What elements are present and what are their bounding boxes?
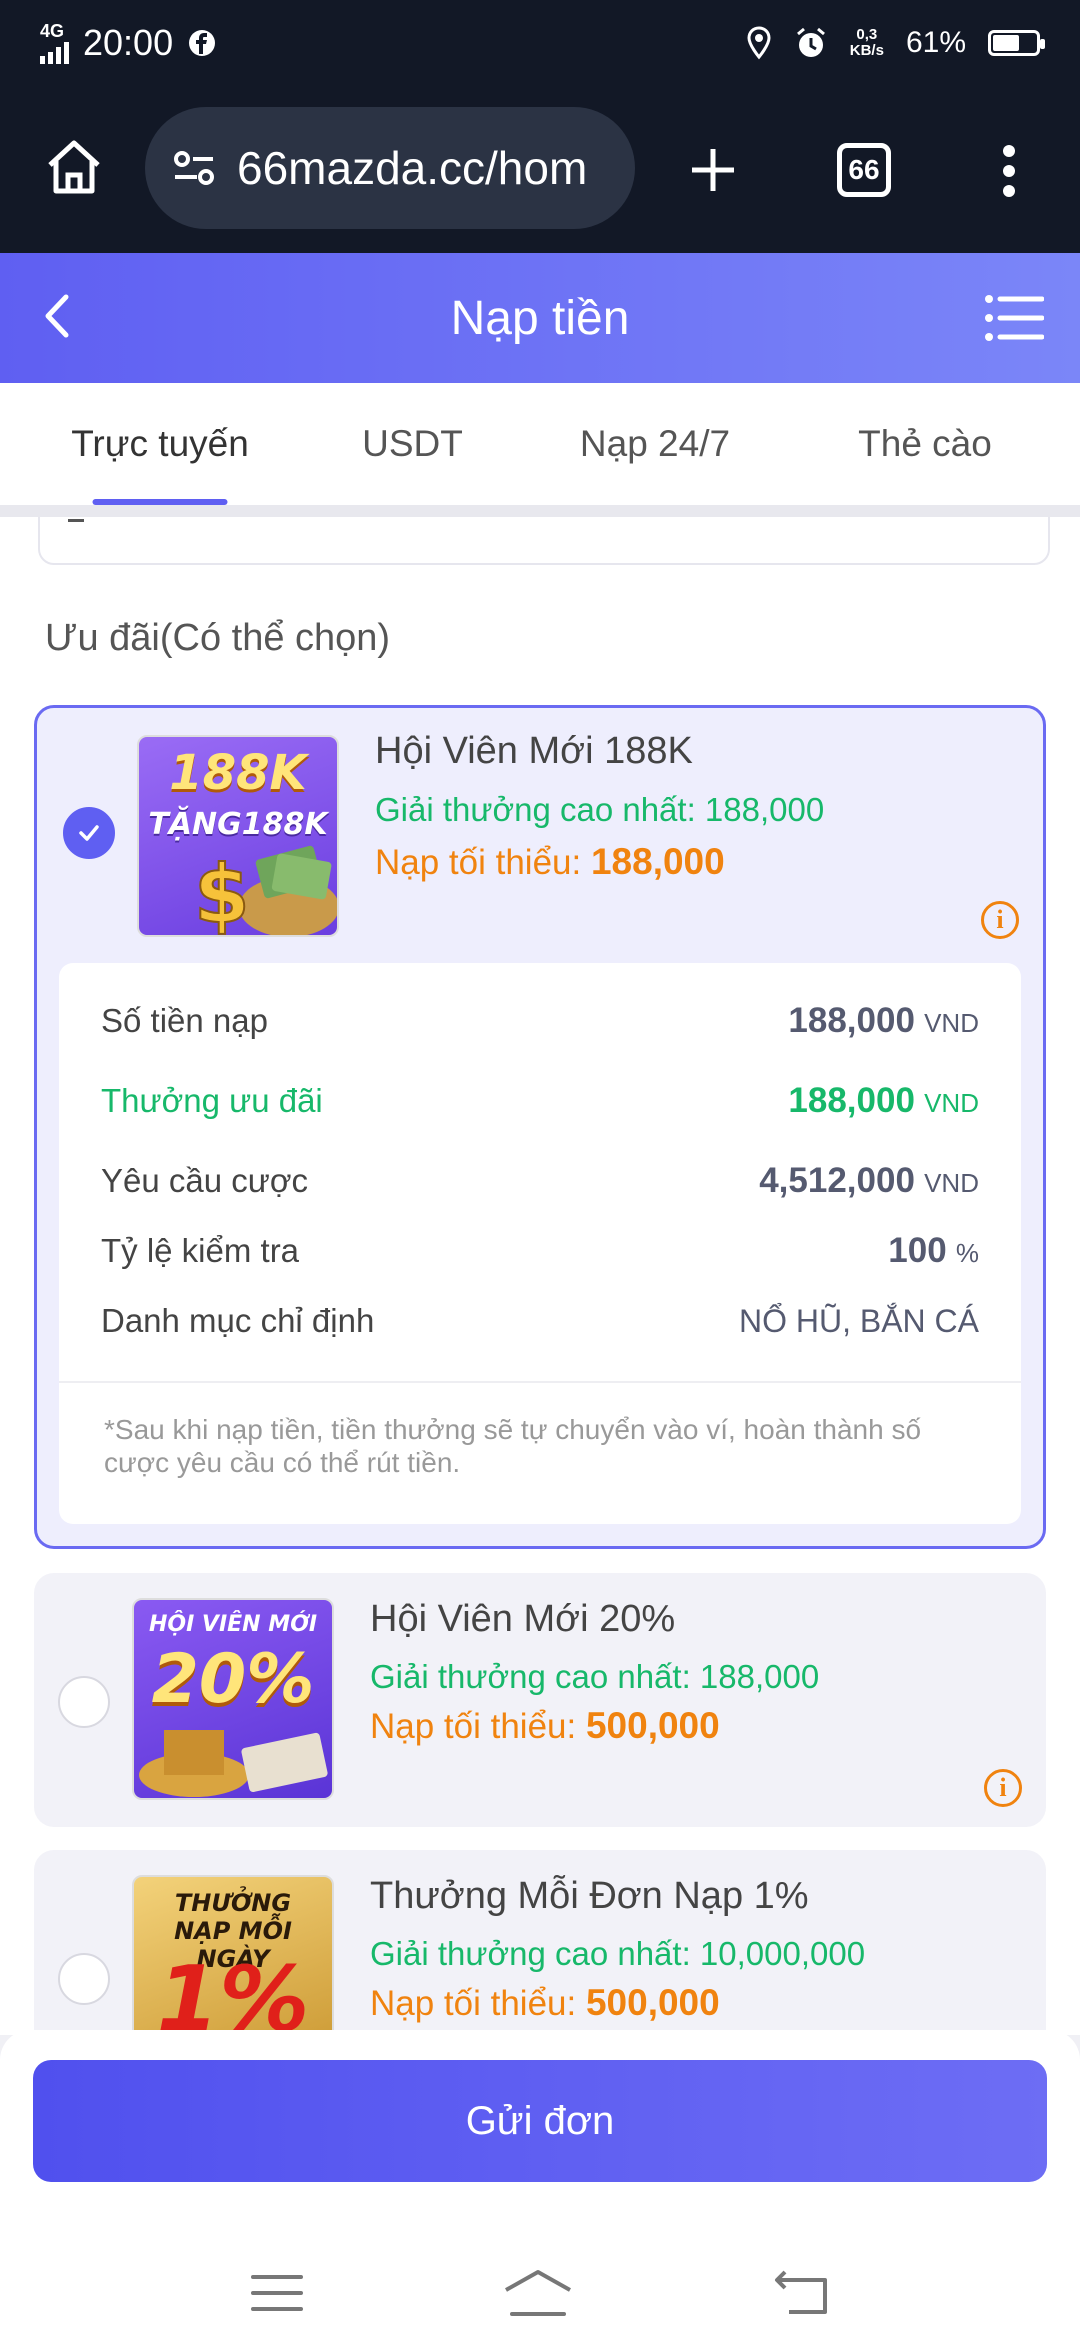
promotion-radio-3[interactable] (58, 1953, 110, 2005)
site-settings-icon[interactable] (173, 150, 215, 186)
home-icon[interactable] (44, 137, 104, 197)
tab-online[interactable]: Trực tuyến (0, 383, 320, 505)
tab-scratch-card[interactable]: Thẻ cào (805, 383, 1045, 505)
info-icon[interactable]: i (981, 901, 1019, 939)
submit-button[interactable]: Gửi đơn (33, 2060, 1047, 2182)
thumb-subtitle: TẶNG188K (148, 807, 328, 842)
signal-icon (40, 40, 69, 64)
thumb-subtitle: 20% (151, 1640, 315, 1719)
network-type: 4G (40, 20, 65, 41)
thumb-subtitle: 1% (156, 1947, 310, 2035)
system-nav-bar (0, 2245, 1080, 2340)
tab-deposit-247[interactable]: Nạp 24/7 (505, 383, 805, 505)
page-title: Nạp tiền (450, 291, 630, 345)
detail-row-category: Danh mục chỉ định NỔ HŨ, BẮN CÁ (101, 1302, 979, 1339)
facebook-icon (189, 29, 216, 56)
net-speed: 0,3 KB/s (849, 25, 884, 59)
promotion-radio-1[interactable] (63, 807, 115, 859)
recents-icon[interactable] (249, 2271, 305, 2315)
promotion-details: Số tiền nạp 188,000 VND Thưởng ưu đãi 18… (59, 963, 1021, 1524)
svg-text:$: $ (194, 848, 250, 937)
deposit-method-tabs: Trực tuyến USDT Nạp 24/7 Thẻ cào (0, 383, 1080, 505)
promotion-thumbnail-20-percent: HỘI VIÊN MỚI 20% (132, 1598, 334, 1800)
promotion-card-3[interactable]: THƯỞNG NẠP MỖI NGÀY 1% Thưởng Mỗi Đơn Nạ… (34, 1850, 1046, 2035)
more-options-icon[interactable] (998, 143, 1020, 199)
promotion-max-reward: Giải thưởng cao nhất: 188,000 (370, 1658, 820, 1695)
detail-row-bonus: Thưởng ưu đãi 188,000 VND (101, 1081, 979, 1120)
detail-row-deposit: Số tiền nạp 188,000 VND (101, 1001, 979, 1040)
network-indicator: 4G (40, 22, 69, 64)
detail-row-check-rate: Tỷ lệ kiểm tra 100 % (101, 1231, 979, 1270)
browser-toolbar: 66mazda.cc/hom 66 (0, 85, 1080, 253)
thumb-title: 188K (169, 745, 307, 801)
alarm-icon (796, 27, 825, 57)
promotion-card-2[interactable]: HỘI VIÊN MỚI 20% Hội Viên Mới 20% Giải t… (34, 1573, 1046, 1827)
promotion-max-reward: Giải thưởng cao nhất: 10,000,000 (370, 1935, 866, 1972)
promotion-max-reward: Giải thưởng cao nhất: 188,000 (375, 791, 825, 828)
promotion-thumbnail-188k: $ 188K TẶNG188K (137, 735, 339, 937)
back-nav-icon[interactable] (771, 2270, 831, 2316)
app-header: Nạp tiền (0, 253, 1080, 383)
thumb-title: HỘI VIÊN MỚI (148, 1612, 318, 1637)
tab-switcher-button[interactable]: 66 (837, 143, 891, 197)
status-bar: 4G 20:00 0,3 KB/s 61% (0, 0, 1080, 85)
promotion-card-1[interactable]: $ 188K TẶNG188K Hội Viên Mới 188K Giải t… (34, 705, 1046, 1549)
detail-row-wager: Yêu cầu cược 4,512,000 VND (101, 1161, 979, 1200)
bottom-panel: Gửi đơn (0, 2030, 1080, 2340)
promotion-thumbnail-1-percent: THƯỞNG NẠP MỖI NGÀY 1% (132, 1875, 334, 2035)
location-icon (747, 25, 771, 59)
promotion-min-deposit: Nạp tối thiểu: 500,000 (370, 1705, 720, 1746)
promotion-name: Thưởng Mỗi Đơn Nạp 1% (370, 1875, 809, 1917)
address-bar[interactable]: 66mazda.cc/hom (145, 107, 635, 229)
menu-icon[interactable] (984, 293, 1044, 343)
new-tab-icon[interactable] (688, 145, 738, 195)
clock: 20:00 (83, 21, 174, 63)
promotion-min-deposit: Nạp tối thiểu: 188,000 (375, 841, 725, 882)
promotion-min-deposit: Nạp tối thiểu: 500,000 (370, 1982, 720, 2023)
info-icon[interactable]: i (984, 1769, 1022, 1807)
promotions-section-title: Ưu đãi(Có thể chọn) (45, 617, 391, 659)
home-nav-icon[interactable] (502, 2268, 574, 2318)
promotion-name: Hội Viên Mới 20% (370, 1598, 676, 1640)
check-icon (79, 825, 99, 841)
battery-percent: 61% (905, 25, 966, 59)
battery-icon (988, 29, 1045, 56)
promotions-content[interactable]: Ưu đãi(Có thể chọn) $ 188K TẶNG188K Hội … (0, 505, 1080, 2035)
back-icon[interactable] (38, 291, 78, 341)
promotion-name: Hội Viên Mới 188K (375, 730, 693, 772)
url-text: 66mazda.cc/hom (237, 142, 588, 194)
tabs-divider (0, 505, 1080, 517)
promotion-radio-2[interactable] (58, 1676, 110, 1728)
tab-usdt[interactable]: USDT (320, 383, 505, 505)
promotion-note: *Sau khi nạp tiền, tiền thưởng sẽ tự chu… (59, 1381, 1021, 1524)
